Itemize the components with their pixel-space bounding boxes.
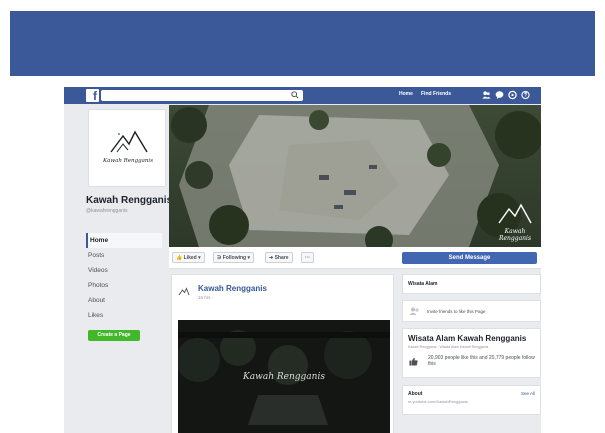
cover-image — [169, 105, 541, 247]
invite-friends-icon — [409, 307, 419, 315]
nav-item-about[interactable]: About — [86, 293, 162, 308]
cover-watermark-text: Kawah Rengganis — [498, 228, 532, 242]
mountain-watermark-icon — [498, 203, 532, 224]
post-timestamp[interactable]: 16 hrs · — [198, 295, 213, 300]
account-menu-caret[interactable]: ▾ — [524, 89, 528, 97]
nav-item-likes[interactable]: Likes — [86, 308, 162, 323]
post-avatar-icon[interactable] — [178, 285, 190, 297]
liked-label: Liked ▾ — [183, 255, 201, 261]
video-player[interactable]: Kawah Rengganis — [178, 320, 390, 433]
cover-watermark: Kawah Rengganis — [493, 201, 537, 242]
home-link[interactable]: Home — [399, 91, 413, 97]
likes-count: 20,903 people like this and 20,779 peopl… — [428, 355, 535, 367]
nav-icon-group: ? — [482, 90, 530, 100]
share-arrow-icon: ➜ — [269, 255, 274, 261]
profile-picture[interactable]: Kawah Rengganis — [88, 109, 166, 187]
nav-item-posts[interactable]: Posts — [86, 248, 162, 263]
friends-icon[interactable] — [482, 90, 491, 100]
share-label: Share — [274, 255, 289, 261]
page-navigation: Home Posts Videos Photos About Likes — [86, 233, 162, 323]
about-card: About See All m.youtube.com/KawahRenggan… — [402, 385, 541, 415]
nav-item-home[interactable]: Home — [86, 233, 162, 248]
post-card: Kawah Rengganis 16 hrs · Kawah Rengganis — [171, 274, 394, 433]
info-subtitle: Kawah Rengganis · Wisata Alam Kawah Reng… — [408, 345, 489, 349]
thumbs-up-icon: 👍 — [176, 255, 183, 261]
cover-photo[interactable]: Kawah Rengganis — [169, 105, 541, 247]
invite-card: Invite friends to like this Page — [402, 300, 541, 322]
post-author[interactable]: Kawah Rengganis — [198, 284, 267, 293]
category-label[interactable]: Wisata Alam — [408, 281, 438, 287]
top-navigation-bar: f Home Find Friends ? ▾ — [64, 87, 541, 104]
presentation-banner — [10, 11, 595, 76]
info-title: Wisata Alam Kawah Rengganis — [408, 334, 527, 343]
following-button[interactable]: ∋ Following ▾ — [213, 252, 254, 263]
facebook-page-screenshot: f Home Find Friends ? ▾ Kawah Rengganis … — [64, 87, 541, 433]
mountain-logo-icon: Kawah Rengganis — [102, 130, 153, 164]
facebook-logo[interactable]: f — [86, 89, 99, 103]
search-icon[interactable] — [291, 91, 299, 99]
more-options-button[interactable]: ··· — [301, 252, 314, 263]
see-all-link[interactable]: See All — [521, 391, 535, 396]
like-icon — [409, 357, 418, 366]
share-button[interactable]: ➜ Share — [265, 252, 293, 263]
nav-item-photos[interactable]: Photos — [86, 278, 162, 293]
create-page-button[interactable]: Create a Page — [88, 330, 140, 341]
find-friends-link[interactable]: Find Friends — [421, 91, 451, 97]
send-message-button[interactable]: Send Message — [402, 252, 537, 264]
rss-icon: ∋ — [217, 255, 222, 261]
notifications-icon[interactable] — [508, 90, 517, 100]
search-input[interactable] — [101, 90, 303, 101]
following-label: Following ▾ — [222, 255, 250, 261]
about-website-link[interactable]: m.youtube.com/KawahRengganis — [408, 399, 468, 404]
liked-button[interactable]: 👍 Liked ▾ — [172, 252, 205, 263]
page-action-bar: 👍 Liked ▾ ∋ Following ▾ ➜ Share ··· Send… — [169, 247, 541, 269]
category-card: Wisata Alam — [402, 274, 541, 294]
video-title: Kawah Rengganis — [243, 372, 325, 382]
profile-brand-text: Kawah Rengganis — [102, 158, 153, 164]
about-heading: About — [408, 391, 423, 397]
invite-friends-link[interactable]: Invite friends to like this Page — [427, 309, 486, 314]
nav-item-videos[interactable]: Videos — [86, 263, 162, 278]
page-info-card: Wisata Alam Kawah Rengganis Kawah Rengga… — [402, 328, 541, 378]
page-handle[interactable]: @kawahrengganis — [86, 208, 128, 214]
page-title[interactable]: Kawah Rengganis — [86, 195, 172, 206]
messages-icon[interactable] — [495, 90, 504, 100]
